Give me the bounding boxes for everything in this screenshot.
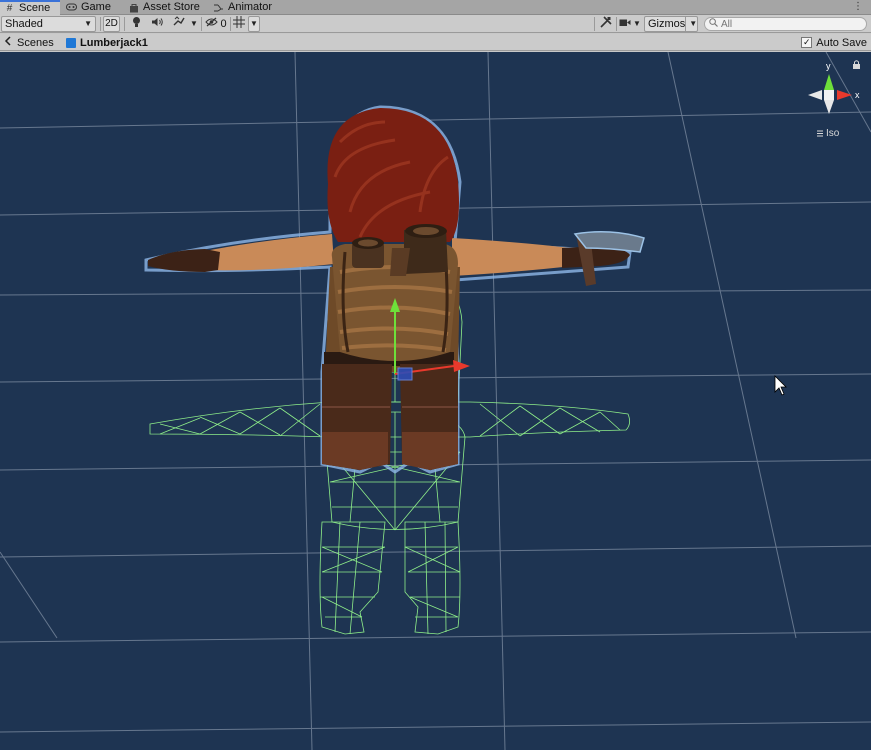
lock-icon[interactable]: [853, 60, 860, 69]
tab-scene-label: Scene: [19, 2, 51, 14]
auto-save-checkbox[interactable]: ✓: [801, 37, 813, 48]
toolbar-divider: [201, 17, 202, 31]
tab-asset-store[interactable]: Asset Store: [124, 0, 206, 15]
scene-toolbar: Shaded ▼ 2D ▼ 0 ▼ ▼ Gizmos ▼ All: [0, 15, 871, 33]
mode-2d-toggle[interactable]: 2D: [103, 16, 120, 32]
tab-game-label: Game: [81, 1, 111, 13]
tab-animator-label: Animator: [228, 1, 273, 13]
breadcrumb-scenes[interactable]: Scenes: [4, 34, 54, 51]
toolbar-divider: [616, 17, 617, 31]
hidden-count: 0: [220, 18, 227, 30]
grid-toggle[interactable]: [232, 15, 246, 33]
chevron-down-icon: ▼: [190, 19, 198, 28]
camera-icon: [619, 16, 631, 32]
hidden-eye-icon: [205, 16, 219, 32]
toolbar-divider: [124, 17, 125, 31]
scene-search[interactable]: [704, 17, 867, 31]
projection-toggle[interactable]: Iso: [817, 128, 840, 139]
prefab-cube-icon: [66, 37, 76, 48]
orientation-gizmo[interactable]: y x: [808, 60, 860, 114]
tab-game[interactable]: Game: [62, 0, 122, 15]
tab-animator[interactable]: Animator: [209, 0, 279, 15]
scene-visibility-toggle[interactable]: 0: [204, 16, 228, 32]
scene-breadcrumb: Scenes Lumberjack1 ✓ Auto Save: [0, 34, 871, 51]
breadcrumb-current-label: Lumberjack1: [80, 36, 148, 49]
chevron-down-icon: ▼: [250, 19, 258, 28]
more-options-icon[interactable]: ⋮: [853, 1, 863, 12]
tools-icon: [600, 15, 612, 33]
toolbar-divider: [594, 17, 595, 31]
toolbar-divider: [230, 17, 231, 31]
search-icon: [709, 18, 718, 30]
hash-grid-icon: #: [6, 2, 13, 14]
gizmos-label: Gizmos: [648, 18, 686, 30]
scene-canvas[interactable]: y x Iso: [0, 52, 871, 750]
chevron-down-icon: ▼: [685, 16, 697, 32]
auto-save-label: Auto Save: [816, 36, 867, 49]
scene-viewport[interactable]: y x Iso: [0, 52, 871, 750]
tools-toggle[interactable]: [597, 15, 615, 33]
camera-settings[interactable]: [618, 16, 632, 32]
animator-icon: [213, 3, 224, 13]
effects-dropdown[interactable]: [168, 16, 190, 32]
menu-lines-icon: [817, 130, 823, 137]
effects-icon: [173, 16, 185, 32]
mouse-cursor-icon: [774, 375, 787, 396]
grid-icon: [233, 15, 245, 33]
gizmo-x-label: x: [855, 90, 860, 100]
tab-scene[interactable]: # Scene: [0, 0, 60, 15]
breadcrumb-current[interactable]: Lumberjack1: [66, 34, 148, 51]
editor-tab-bar: # Scene Game Asset Store Animator ⋮: [0, 0, 871, 15]
gizmos-dropdown[interactable]: Gizmos ▼: [644, 16, 698, 32]
gizmo-y-label: y: [826, 61, 831, 71]
lighting-toggle[interactable]: [129, 16, 143, 32]
back-chevron-icon: [4, 36, 13, 49]
grid-menu-arrow[interactable]: ▼: [248, 16, 260, 32]
gamepad-icon: [66, 3, 77, 13]
tab-asset-store-label: Asset Store: [143, 1, 200, 13]
auto-save-toggle[interactable]: ✓ Auto Save: [801, 34, 867, 51]
effects-menu-arrow[interactable]: ▼: [189, 16, 199, 32]
projection-label: Iso: [826, 128, 840, 139]
mode-2d-label: 2D: [105, 18, 118, 29]
search-input[interactable]: [721, 18, 861, 30]
lightbulb-icon: [132, 16, 141, 33]
speaker-icon: [151, 16, 164, 32]
chevron-down-icon: ▼: [84, 19, 92, 28]
shading-mode-value: Shaded: [5, 18, 43, 30]
audio-toggle[interactable]: [149, 16, 165, 32]
breadcrumb-scenes-label: Scenes: [17, 36, 54, 49]
shading-mode-dropdown[interactable]: Shaded ▼: [1, 16, 96, 32]
camera-menu-arrow[interactable]: ▼: [632, 16, 642, 32]
toolbar-divider: [100, 17, 101, 31]
bag-icon: [128, 3, 139, 13]
chevron-down-icon: ▼: [633, 19, 641, 28]
